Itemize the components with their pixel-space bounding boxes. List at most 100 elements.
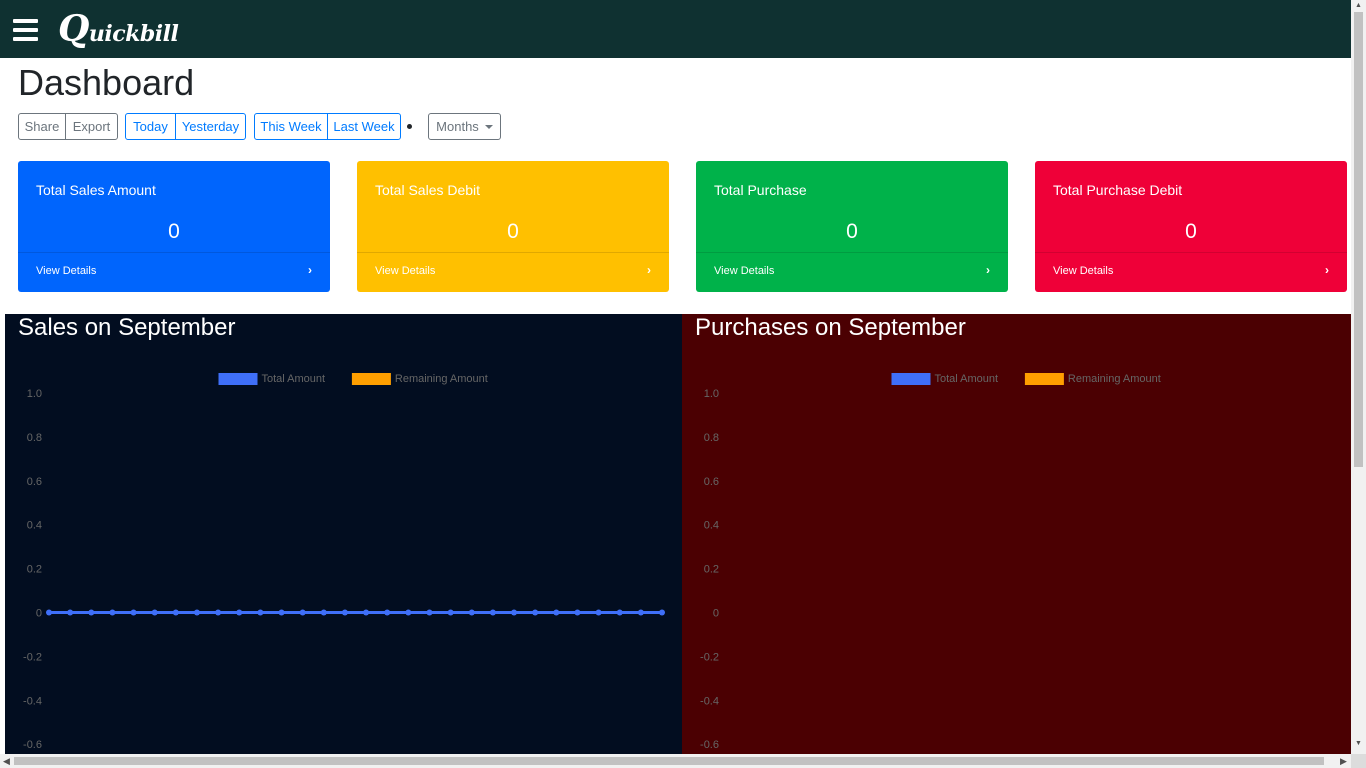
data-point[interactable] — [236, 609, 243, 616]
data-point[interactable] — [616, 609, 623, 616]
card-value: 0 — [846, 220, 858, 243]
data-point[interactable] — [489, 609, 496, 616]
data-point[interactable] — [67, 609, 74, 616]
data-point[interactable] — [320, 609, 327, 616]
legend-label[interactable]: Total Amount — [262, 373, 326, 385]
this-week-button[interactable]: This Week — [254, 113, 328, 140]
y-tick-label: -0.6 — [700, 739, 719, 751]
data-point[interactable] — [384, 609, 391, 616]
data-point[interactable] — [88, 609, 95, 616]
scroll-down-icon[interactable]: ▼ — [1355, 740, 1362, 747]
y-tick-label: -0.4 — [700, 695, 719, 707]
y-tick-label: -0.4 — [23, 695, 42, 707]
legend-label[interactable]: Total Amount — [935, 373, 999, 385]
legend-swatch[interactable] — [218, 373, 258, 385]
card-label: Total Sales Amount — [36, 182, 156, 198]
legend-swatch[interactable] — [1024, 373, 1064, 385]
card-value: 0 — [507, 220, 519, 243]
share-button[interactable]: Share — [18, 113, 66, 140]
data-point[interactable] — [468, 609, 475, 616]
horizontal-scrollbar[interactable]: ◀ ▶ — [0, 754, 1351, 768]
chevron-right-icon: › — [1325, 263, 1329, 277]
data-point[interactable] — [595, 609, 602, 616]
data-point[interactable] — [257, 609, 264, 616]
data-point[interactable] — [151, 609, 158, 616]
chevron-right-icon: › — [986, 263, 990, 277]
data-point[interactable] — [299, 609, 306, 616]
card-label: Total Purchase — [714, 182, 807, 198]
data-point[interactable] — [553, 609, 560, 616]
legend-label[interactable]: Remaining Amount — [1068, 373, 1161, 385]
y-tick-label: 0.2 — [27, 564, 42, 576]
scroll-left-icon[interactable]: ◀ — [3, 756, 10, 767]
chevron-right-icon: › — [308, 263, 312, 277]
y-tick-label: -0.2 — [23, 651, 42, 663]
sales-chart: Total Amount Remaining Amount 1.0 0.8 0.6 0.4… — [23, 373, 665, 751]
legend-swatch[interactable] — [351, 373, 391, 385]
data-point[interactable] — [172, 609, 179, 616]
card-total-purchase-debit: Total Purchase Debit 0 View Details › — [1035, 161, 1347, 292]
card-label: Total Sales Debit — [375, 182, 481, 198]
caret-down-icon — [484, 124, 493, 129]
scrollbar-thumb[interactable] — [14, 757, 1324, 765]
data-point[interactable] — [574, 609, 581, 616]
scrollbar-corner — [1351, 754, 1366, 768]
scroll-up-icon[interactable]: ▲ — [1355, 2, 1362, 9]
data-point[interactable] — [130, 609, 137, 616]
y-tick-label: 0.4 — [27, 520, 42, 532]
menu-icon[interactable] — [13, 19, 38, 41]
data-point[interactable] — [637, 609, 644, 616]
legend-swatch[interactable] — [891, 373, 931, 385]
view-details-link[interactable]: View Details › — [357, 252, 669, 291]
y-tick-label: 0.4 — [704, 520, 719, 532]
data-point[interactable] — [46, 609, 52, 616]
legend-label[interactable]: Remaining Amount — [395, 373, 488, 385]
data-point[interactable] — [426, 609, 433, 616]
page-title: Dashboard — [18, 62, 195, 103]
card-total-purchase: Total Purchase 0 View Details › — [696, 161, 1008, 292]
separator-dot — [407, 124, 412, 129]
view-details-label: View Details — [714, 265, 775, 277]
y-tick-label: 0.6 — [27, 476, 42, 488]
scroll-right-icon[interactable]: ▶ — [1340, 756, 1347, 767]
data-point[interactable] — [659, 609, 665, 616]
vertical-scrollbar[interactable]: ▲ ▼ — [1351, 0, 1366, 754]
months-dropdown[interactable]: Months — [428, 113, 501, 140]
y-tick-label: -0.6 — [23, 739, 42, 751]
card-value: 0 — [1185, 220, 1197, 243]
view-details-link[interactable]: View Details › — [18, 252, 330, 291]
view-details-link[interactable]: View Details › — [696, 252, 1008, 291]
top-navbar: Quickbill — [0, 0, 1351, 58]
export-button[interactable]: Export — [65, 113, 118, 140]
y-tick-label: 0.8 — [704, 432, 719, 444]
brand-logo[interactable]: Quickbill — [58, 8, 179, 50]
data-point[interactable] — [109, 609, 116, 616]
data-point[interactable] — [447, 609, 454, 616]
data-point[interactable] — [215, 609, 222, 616]
view-details-link[interactable]: View Details › — [1035, 252, 1347, 291]
purchases-chart-title: Purchases on September — [695, 314, 966, 341]
view-details-label: View Details — [1053, 265, 1114, 277]
view-details-label: View Details — [36, 265, 97, 277]
y-tick-label: -0.2 — [700, 651, 719, 663]
yesterday-button[interactable]: Yesterday — [175, 113, 246, 140]
card-value: 0 — [168, 220, 180, 243]
purchases-chart: Total Amount Remaining Amount 1.0 0.8 0.6 0.4… — [700, 373, 1161, 751]
months-label: Months — [436, 119, 479, 134]
data-point[interactable] — [405, 609, 412, 616]
data-point[interactable] — [532, 609, 539, 616]
card-total-sales-amount: Total Sales Amount 0 View Details › — [18, 161, 330, 292]
scrollbar-thumb[interactable] — [1354, 12, 1363, 467]
sales-chart-title: Sales on September — [18, 314, 236, 341]
y-tick-label: 0 — [36, 608, 42, 620]
last-week-button[interactable]: Last Week — [327, 113, 401, 140]
card-label: Total Purchase Debit — [1053, 182, 1183, 198]
today-button[interactable]: Today — [125, 113, 176, 140]
data-point[interactable] — [363, 609, 370, 616]
purchases-chart-panel: Total Amount Remaining Amount 1.0 0.8 0.6 0.4… — [682, 314, 1351, 754]
data-point[interactable] — [193, 609, 200, 616]
data-point[interactable] — [511, 609, 518, 616]
y-tick-label: 0 — [713, 608, 719, 620]
data-point[interactable] — [341, 609, 348, 616]
data-point[interactable] — [278, 609, 285, 616]
